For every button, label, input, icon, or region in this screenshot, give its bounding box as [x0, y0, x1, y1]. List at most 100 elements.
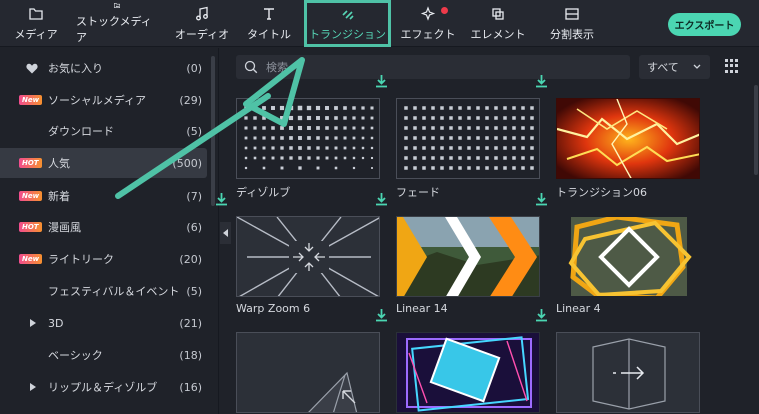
- expand-arrow-icon[interactable]: [19, 383, 43, 391]
- sidebar-item-label: ソーシャルメディア: [48, 94, 147, 107]
- tab-title[interactable]: タイトル: [240, 2, 298, 45]
- pattern-dot: [485, 166, 489, 170]
- pattern-dot: [503, 146, 507, 150]
- pattern-dot: [449, 146, 453, 150]
- pattern-dot: [494, 156, 498, 160]
- pattern-dot: [503, 126, 507, 130]
- pattern-dot: [253, 136, 257, 140]
- export-button[interactable]: エクスポート: [668, 13, 741, 36]
- search-input[interactable]: [266, 60, 606, 74]
- sidebar-item-popular[interactable]: HOT 人気 (500): [0, 148, 207, 178]
- sidebar-item-festival[interactable]: フェスティバル＆イベント (5): [0, 276, 207, 306]
- title-t-icon: [264, 7, 274, 20]
- pattern-dot: [262, 166, 266, 170]
- pattern-dot: [244, 126, 248, 130]
- pattern-dot: [521, 126, 525, 130]
- pattern-dot: [476, 126, 480, 130]
- pattern-dot: [422, 106, 426, 110]
- sidebar-item-download[interactable]: ダウンロード (5): [0, 116, 207, 146]
- pattern-dot: [467, 116, 471, 120]
- pattern-dot: [512, 166, 516, 170]
- tab-media[interactable]: メディア: [4, 2, 68, 45]
- pattern-dot: [316, 156, 320, 160]
- sidebar-item-3d[interactable]: 3D (21): [0, 308, 207, 338]
- download-icon[interactable]: [215, 191, 228, 210]
- music-note-icon: [196, 6, 208, 20]
- tab-transition[interactable]: トランジション: [304, 0, 391, 47]
- warp-zoom-lines-thumbnail: [236, 216, 380, 297]
- pattern-dot: [262, 136, 266, 140]
- download-icon[interactable]: [535, 307, 548, 326]
- pattern-dot: [307, 156, 311, 160]
- tab-audio-label: オーディオ: [174, 27, 230, 41]
- content-scrollbar[interactable]: [754, 85, 758, 175]
- pattern-dot: [370, 116, 374, 120]
- download-icon[interactable]: [535, 73, 548, 92]
- pattern-dot: [325, 126, 329, 130]
- expand-arrow-icon[interactable]: [19, 319, 43, 327]
- tab-element[interactable]: エレメント: [468, 2, 528, 45]
- search-box[interactable]: [236, 55, 630, 79]
- tab-media-label: メディア: [14, 27, 58, 41]
- collapse-sidebar-button[interactable]: [220, 222, 231, 244]
- sidebar-item-count: (500): [172, 156, 202, 170]
- pattern-dot: [244, 106, 248, 110]
- pattern-dot: [449, 156, 453, 160]
- pattern-dot: [476, 166, 480, 170]
- pattern-dot: [334, 156, 338, 160]
- filter-dropdown[interactable]: すべて: [639, 55, 710, 79]
- sidebar-item-new[interactable]: New 新着 (7): [0, 181, 207, 211]
- download-icon[interactable]: [375, 73, 388, 92]
- pattern-dot: [361, 146, 365, 150]
- pattern-dot: [289, 136, 293, 140]
- grid-view-icon[interactable]: [724, 58, 740, 74]
- pattern-dot: [404, 146, 408, 150]
- pattern-dot: [413, 136, 417, 140]
- neon-frames-thumbnail: [396, 332, 540, 413]
- pattern-dot: [467, 156, 471, 160]
- pattern-dot: [289, 126, 293, 130]
- pattern-dot: [440, 146, 444, 150]
- download-icon[interactable]: [375, 191, 388, 210]
- pattern-dot: [307, 136, 311, 140]
- pattern-dot: [280, 146, 284, 150]
- pattern-dot: [262, 146, 266, 150]
- pattern-dot: [449, 166, 453, 170]
- sidebar-item-comic[interactable]: HOT 漫画風 (6): [0, 212, 207, 242]
- pattern-dot: [530, 136, 534, 140]
- pattern-dot: [431, 116, 435, 120]
- sidebar-item-social-media[interactable]: New ソーシャルメディア (29): [0, 85, 207, 115]
- pattern-dot: [371, 167, 373, 169]
- pattern-dot: [422, 116, 426, 120]
- tab-stock-media[interactable]: ストックメディア: [76, 2, 158, 45]
- pattern-dot: [494, 106, 498, 110]
- pattern-dot: [297, 125, 303, 131]
- sidebar-item-label: お気に入り: [48, 62, 103, 75]
- linear-diamond-thumbnail: [556, 216, 700, 297]
- sidebar-item-ripple-dissolve[interactable]: リップル＆ディゾルブ (16): [0, 372, 207, 402]
- sidebar-item-light-leak[interactable]: New ライトリーク (20): [0, 244, 207, 274]
- pattern-dot: [280, 116, 284, 120]
- sidebar-item-basic[interactable]: ベーシック (18): [0, 340, 207, 370]
- pattern-dot: [297, 105, 303, 111]
- sidebar-item-favorites[interactable]: お気に入り (0): [0, 53, 207, 83]
- tile-label: Warp Zoom 6: [236, 302, 311, 315]
- tile-label: フェード: [396, 186, 440, 199]
- pattern-dot: [370, 146, 374, 150]
- tab-audio[interactable]: オーディオ: [170, 2, 234, 45]
- sidebar-scrollbar[interactable]: [211, 56, 215, 206]
- pattern-dot: [431, 156, 435, 160]
- pattern-dot: [307, 146, 311, 150]
- tab-split-screen[interactable]: 分割表示: [540, 2, 604, 45]
- download-icon[interactable]: [535, 191, 548, 210]
- pattern-dot: [244, 166, 248, 170]
- download-icon[interactable]: [375, 307, 388, 326]
- pattern-dot: [315, 105, 321, 111]
- tile-label: Linear 14: [396, 302, 448, 315]
- pattern-dot: [521, 166, 525, 170]
- pattern-dot: [503, 136, 507, 140]
- pattern-dot: [404, 126, 408, 130]
- tab-effect[interactable]: エフェクト: [398, 2, 458, 45]
- pattern-dot: [298, 166, 302, 170]
- pattern-dot: [361, 156, 365, 160]
